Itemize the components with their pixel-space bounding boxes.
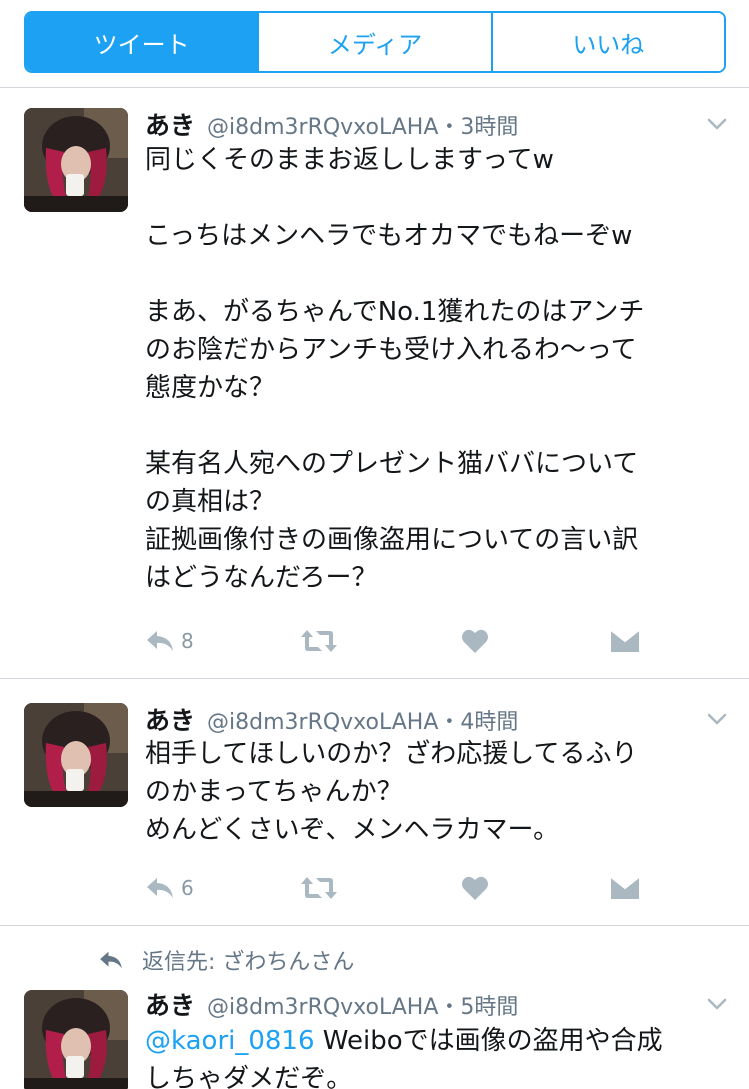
heart-icon: [462, 876, 488, 900]
retweet-button[interactable]: [300, 872, 338, 904]
tweet-text-line: の真相は？: [145, 487, 276, 517]
reply-icon: [147, 878, 173, 898]
tweet-header: あき @i8dm3rRQvxoLAHA・3時間: [145, 106, 518, 140]
tweet-text-line: 態度かな？: [145, 373, 276, 403]
envelope-icon: [610, 876, 640, 899]
divider: [0, 678, 749, 679]
tweet-text-line: はどうなんだろー？: [145, 563, 378, 593]
reply-button[interactable]: 8: [145, 625, 194, 657]
reply-icon: [100, 951, 122, 969]
tab-likes[interactable]: いいね: [490, 13, 724, 71]
handle-and-time[interactable]: @i8dm3rRQvxoLAHA・3時間: [207, 109, 518, 141]
reply-context[interactable]: 返信先: ざわちんさん: [98, 944, 354, 976]
avatar-image: [24, 990, 128, 1089]
avatar-image: [24, 108, 128, 212]
reply-count: 8: [181, 629, 194, 653]
tweet-text: @kaori_0816 Weiboでは画像の盗用や合成 しちゃダメだぞ。: [145, 1022, 725, 1089]
tweet-text-segment: Weiboでは画像の盗用や合成: [314, 1026, 663, 1056]
avatar[interactable]: [24, 990, 128, 1089]
mention-link[interactable]: @kaori_0816: [145, 1026, 315, 1056]
tweet-text-line: 同じくそのままお返ししますってw: [145, 145, 554, 175]
chevron-down-icon[interactable]: [707, 998, 727, 1010]
tweet-text-line: [145, 407, 725, 445]
tweet-text: 同じくそのままお返ししますってw こっちはメンヘラでもオカマでもねーぞw まあ、…: [145, 141, 725, 597]
tweet-header: あき @i8dm3rRQvxoLAHA・4時間: [145, 701, 518, 735]
divider: [0, 925, 749, 926]
tweet-text-line: まあ、がるちゃんでNo.1獲れたのはアンチ: [145, 297, 645, 327]
profile-tabs: ツイート メディア いいね: [24, 11, 726, 73]
tweet-text: 相手してほしいのか？ざわ応援してるふり のかまってちゃんか？ めんどくさいぞ、メ…: [145, 735, 725, 849]
dm-button[interactable]: [610, 872, 640, 904]
dm-button[interactable]: [610, 625, 640, 657]
reply-button[interactable]: 6: [145, 872, 194, 904]
tab-tweets[interactable]: ツイート: [26, 13, 258, 71]
display-name[interactable]: あき: [145, 701, 195, 737]
envelope-icon: [610, 629, 640, 652]
chevron-down-icon[interactable]: [707, 713, 727, 725]
tweet-actions: 8: [145, 625, 645, 657]
tweet-text-line: のかまってちゃんか？: [145, 777, 403, 807]
tweet-text-line: こっちはメンヘラでもオカマでもねーぞw: [145, 221, 633, 251]
tweet-actions: 6: [145, 872, 645, 904]
retweet-icon: [301, 877, 337, 899]
tweet-text-line: 相手してほしいのか？ざわ応援してるふり: [145, 739, 638, 769]
reply-icon: [147, 631, 173, 651]
tweet-text-line: 某有名人宛へのプレゼント猫ババについて: [145, 449, 639, 479]
like-button[interactable]: [461, 872, 489, 904]
tweet-header: あき @i8dm3rRQvxoLAHA・5時間: [145, 986, 518, 1020]
tab-media[interactable]: メディア: [257, 13, 491, 71]
tweet-text-line: [145, 255, 725, 293]
divider: [0, 87, 749, 88]
heart-icon: [462, 629, 488, 653]
retweet-icon: [301, 630, 337, 652]
tweet-text-line: 証拠画像付きの画像盗用についての言い訳: [145, 525, 639, 555]
tweet-text-line: のお陰だからアンチも受け入れるわ〜って: [145, 335, 637, 365]
display-name[interactable]: あき: [145, 986, 195, 1022]
display-name[interactable]: あき: [145, 106, 195, 142]
tweet-text-line: [145, 179, 725, 217]
handle-and-time[interactable]: @i8dm3rRQvxoLAHA・5時間: [207, 989, 518, 1021]
reply-context-text: 返信先: ざわちんさん: [142, 950, 355, 975]
like-button[interactable]: [461, 625, 489, 657]
avatar[interactable]: [24, 703, 128, 807]
tweet-text-line: めんどくさいぞ、メンヘラカマー。: [145, 815, 560, 845]
tweet-text-line: @kaori_0816 Weiboでは画像の盗用や合成: [145, 1022, 725, 1060]
avatar-image: [24, 703, 128, 807]
handle-and-time[interactable]: @i8dm3rRQvxoLAHA・4時間: [207, 704, 518, 736]
tweet-text-line: しちゃダメだぞ。: [145, 1064, 353, 1089]
avatar[interactable]: [24, 108, 128, 212]
retweet-button[interactable]: [300, 625, 338, 657]
reply-count: 6: [181, 876, 194, 900]
chevron-down-icon[interactable]: [707, 118, 727, 130]
